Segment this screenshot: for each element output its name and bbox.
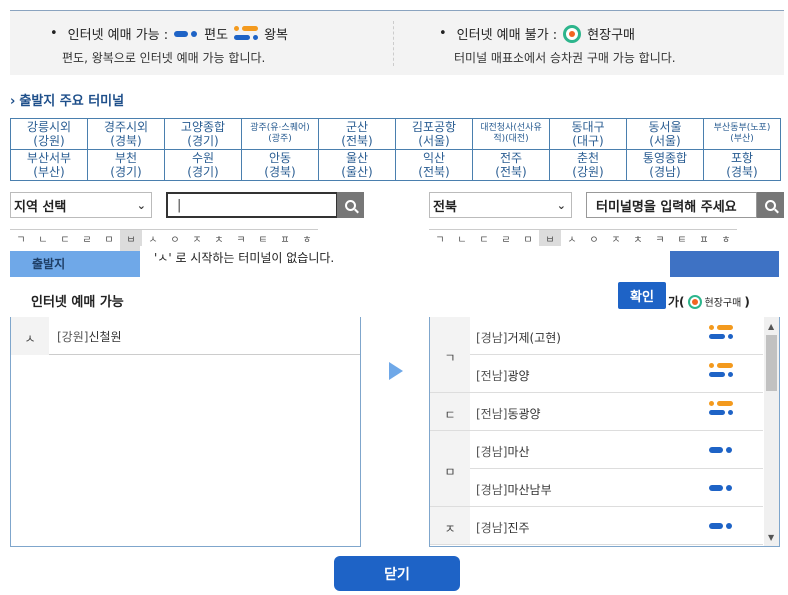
confirm-button[interactable]: 확인 <box>618 282 666 309</box>
consonant-filter-item[interactable]: ㄴ <box>32 229 54 251</box>
list-item[interactable]: [경남]진주 <box>470 507 763 545</box>
consonant-filter-item[interactable]: ㄹ <box>76 229 98 251</box>
search-icon <box>765 199 776 211</box>
onsite-purchase-icon <box>687 294 702 309</box>
list-item[interactable]: [경남]거제(고현) <box>470 317 763 355</box>
oneway-icon <box>709 523 733 529</box>
legend-oneway-label: 편도 <box>204 28 229 43</box>
legend-online: • 인터넷 예매 가능 : 편도 왕복 편도, 왕복으로 인터넷 예매 가능 합… <box>50 25 289 65</box>
close-button[interactable]: 닫기 <box>334 556 460 591</box>
right-region-select[interactable]: 전북 ⌄ <box>429 192 572 218</box>
left-search-button[interactable] <box>337 192 364 218</box>
list-item[interactable]: [전남]동광양 <box>470 393 763 431</box>
tab-departure[interactable]: 출발지 <box>10 251 140 277</box>
search-icon <box>345 199 356 211</box>
consonant-filter-item[interactable]: ㅁ <box>98 229 120 251</box>
oneway-icon <box>174 30 198 37</box>
consonant-filter-item[interactable]: ㄱ <box>10 229 32 251</box>
scroll-down-icon[interactable]: ▼ <box>768 533 774 542</box>
arrival-terminal-list: ▲ ▼ [경남]거제(고현) [전남]광양 [전남]동광양 [경남]마산 [경남]마산남… <box>429 317 780 547</box>
major-terminal-cell[interactable]: 동서울 (서울) <box>626 118 704 150</box>
chevron-right-icon: › <box>10 94 16 109</box>
scrollbar-thumb[interactable] <box>766 335 777 391</box>
scroll-up-icon[interactable]: ▲ <box>768 322 774 331</box>
scrollbar[interactable]: ▲ ▼ <box>764 317 779 546</box>
chevron-down-icon: ⌄ <box>556 199 566 212</box>
legend-spot-label: 현장구매 <box>587 28 636 43</box>
major-terminals-title: › 출발지 주요 터미널 <box>10 94 125 109</box>
major-terminal-cell[interactable]: 춘천 (강원) <box>549 149 627 181</box>
major-terminal-cell[interactable]: 부천 (경기) <box>87 149 165 181</box>
consonant-header: ㄷ <box>430 393 470 431</box>
consonant-header: ㄱ <box>430 317 470 393</box>
major-terminal-cell[interactable]: 군산 (전북) <box>318 118 396 150</box>
major-terminal-cell[interactable]: 전주 (전북) <box>472 149 550 181</box>
list-item[interactable]: [전남]광양 <box>470 355 763 393</box>
oneway-icon <box>709 485 733 491</box>
major-terminal-cell[interactable]: 통영종합 (경남) <box>626 149 704 181</box>
major-terminal-cell[interactable]: 광주(유·스퀘어) (광주) <box>241 118 319 150</box>
chevron-down-icon: ⌄ <box>136 199 146 212</box>
left-region-select[interactable]: 지역 선택 ⌄ <box>10 192 152 218</box>
consonant-header: ㅁ <box>430 431 470 507</box>
major-terminal-cell[interactable]: 수원 (경기) <box>164 149 242 181</box>
major-terminal-cell[interactable]: 익산 (전북) <box>395 149 473 181</box>
arrival-legend-hint: 가( 현장구매 ) <box>668 294 750 309</box>
roundtrip-icon <box>709 324 733 342</box>
consonant-filter-item[interactable]: ㅂ <box>120 229 142 251</box>
no-terminal-tooltip: 'ㅅ' 로 시작하는 터미널이 없습니다. <box>140 246 670 270</box>
oneway-icon <box>709 447 733 453</box>
departure-terminal-list: ㅅ [강원]신철원 <box>10 317 361 547</box>
legend-panel: • 인터넷 예매 가능 : 편도 왕복 편도, 왕복으로 인터넷 예매 가능 합… <box>10 10 784 75</box>
right-terminal-search-input[interactable]: 터미널명을 입력해 주세요 <box>586 192 757 218</box>
tab-arrival[interactable] <box>670 251 779 277</box>
list-item[interactable]: [경남]마산남부 <box>470 469 763 507</box>
major-terminal-cell[interactable]: 부산동부(노포) (부산) <box>703 118 781 150</box>
right-search-button[interactable] <box>757 192 784 218</box>
legend-online-desc: 편도, 왕복으로 인터넷 예매 가능 합니다. <box>62 51 266 65</box>
onsite-purchase-icon <box>563 24 582 43</box>
roundtrip-icon <box>709 400 733 418</box>
list-item[interactable]: ㅅ [강원]신철원 <box>11 317 360 355</box>
major-terminal-cell[interactable]: 김포공항 (서울) <box>395 118 473 150</box>
left-terminal-search-input[interactable]: | <box>166 192 338 218</box>
consonant-filter-item[interactable]: ㄷ <box>54 229 76 251</box>
internet-booking-label: 인터넷 예매 가능 <box>31 295 124 310</box>
legend-round-label: 왕복 <box>264 28 289 43</box>
major-terminal-cell[interactable]: 대전청사(선사유 적)(대전) <box>472 118 550 150</box>
major-terminal-cell[interactable]: 울산 (울산) <box>318 149 396 181</box>
major-terminal-cell[interactable]: 포항 (경북) <box>703 149 781 181</box>
major-terminals-table: 강릉시외 (강원) 경주시외 (경북) 고양종합 (경기) 광주(유·스퀘어) (광주) 군산(… <box>10 118 781 181</box>
consonant-filter-item[interactable]: ㅍ <box>693 229 715 251</box>
legend-online-label: 인터넷 예매 가능 : <box>67 28 169 43</box>
play-arrow-icon <box>389 362 403 380</box>
major-terminal-cell[interactable]: 고양종합 (경기) <box>164 118 242 150</box>
legend-offline-desc: 터미널 매표소에서 승차권 구매 가능 합니다. <box>454 51 676 65</box>
major-terminal-cell[interactable]: 안동 (경북) <box>241 149 319 181</box>
major-terminal-cell[interactable]: 부산서부 (부산) <box>10 149 88 181</box>
legend-offline: • 인터넷 예매 불가 : 현장구매 터미널 매표소에서 승차권 구매 가능 합… <box>393 21 783 66</box>
consonant-filter-item[interactable]: ㅎ <box>715 229 737 251</box>
consonant-header: ㅅ <box>11 317 49 355</box>
consonant-header: ㅈ <box>430 507 470 545</box>
list-item[interactable]: [경남]마산 <box>470 431 763 469</box>
roundtrip-icon <box>709 362 733 380</box>
major-terminal-cell[interactable]: 강릉시외 (강원) <box>10 118 88 150</box>
legend-offline-label: 인터넷 예매 불가 : <box>456 28 558 43</box>
consonant-filter-item[interactable]: ㅌ <box>671 229 693 251</box>
major-terminal-cell[interactable]: 경주시외 (경북) <box>87 118 165 150</box>
major-terminal-cell[interactable]: 동대구 (대구) <box>549 118 627 150</box>
roundtrip-icon <box>234 25 259 43</box>
